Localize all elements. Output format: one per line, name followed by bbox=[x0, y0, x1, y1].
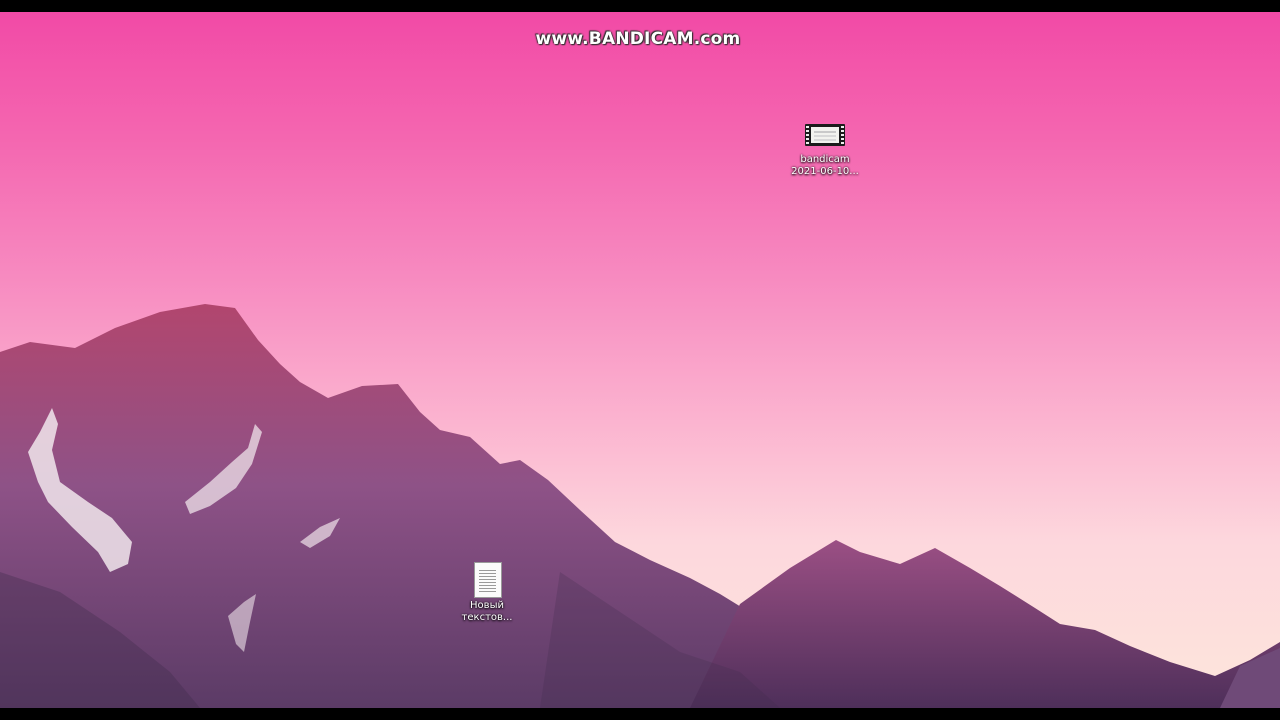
wallpaper-mountains bbox=[0, 304, 1280, 708]
letterbox-top bbox=[0, 0, 1280, 12]
text-document-icon bbox=[467, 562, 507, 600]
desktop-icon-label-line1: Новый bbox=[470, 600, 504, 611]
letterbox-bottom bbox=[0, 708, 1280, 720]
bandicam-watermark: www.BANDICAM.com bbox=[535, 29, 741, 49]
desktop-icon-label-line2: 2021-06-10... bbox=[791, 166, 859, 177]
desktop[interactable]: www.BANDICAM.com bandicam 2021-06-10... … bbox=[0, 12, 1280, 708]
desktop-icon-bandicam-video[interactable]: bandicam 2021-06-10... bbox=[785, 124, 865, 178]
desktop-icon-new-text-document[interactable]: Новый текстов... bbox=[447, 562, 527, 624]
video-file-icon bbox=[805, 124, 845, 154]
desktop-icon-label-line2: текстов... bbox=[461, 612, 513, 623]
desktop-icon-label-line1: bandicam bbox=[800, 154, 850, 165]
